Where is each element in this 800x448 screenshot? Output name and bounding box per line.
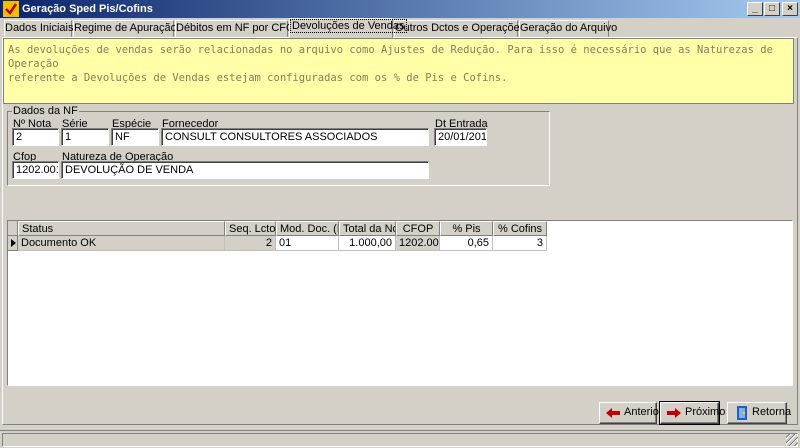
serie-field[interactable]: 1 [61,128,109,146]
arrow-right-icon [667,408,681,418]
maximize-icon: □ [768,3,776,14]
arrow-left-icon [606,408,620,418]
retorna-button[interactable]: Retorna [727,402,791,424]
cell-status[interactable]: Documento OK [18,236,225,251]
info-message: As devoluções de vendas serão relacionad… [3,38,794,104]
current-row-arrow-icon [11,239,16,247]
app-check-icon [3,1,19,17]
maximize-button[interactable]: □ [764,2,780,16]
status-pane [2,433,798,447]
proximo-label: Próximo [685,406,726,418]
grid-header-seq-lcto[interactable]: Seq. Lcto [225,221,276,236]
door-exit-icon [737,406,747,420]
grid-header-cofins[interactable]: % Cofins [493,221,547,236]
cell-mod-doc[interactable]: 01 [276,236,339,251]
cfop-field[interactable]: 1202.001 [12,161,59,179]
grid-header-mod-doc[interactable]: Mod. Doc. (F5) [276,221,339,236]
tab-geracao-arquivo[interactable]: Geração do Arquivo [519,20,617,37]
title-bar: Geração Sped Pis/Cofins _ □ × [0,0,800,18]
tab-debitos-nf-cfop[interactable]: Débitos em NF por CFOP [175,20,302,37]
tab-outros-dctos[interactable]: Outros Dctos e Operações [394,20,525,37]
natureza-field[interactable]: DEVOLUÇÃO DE VENDA [61,161,429,179]
retorna-label: Retorna [752,406,792,418]
grid-header-total-nota[interactable]: Total da Nota [339,221,396,236]
minimize-button[interactable]: _ [747,2,763,16]
tab-devolucoes-vendas[interactable]: Devoluções de Vendas [289,18,407,38]
anterior-button[interactable]: Anterior [599,402,663,424]
row-indicator [8,236,18,251]
close-icon: × [787,3,793,14]
dt-entrada-field[interactable]: 20/01/2013 [434,128,487,146]
cell-cfop[interactable]: 1202.001 [396,236,440,251]
cell-seq-lcto[interactable]: 2 [225,236,276,251]
nf-group-label: Dados da NF [12,105,79,117]
tab-dados-iniciais[interactable]: Dados Iniciais [4,20,73,37]
grid-header-status[interactable]: Status [18,221,225,236]
grid-header-pis[interactable]: % Pis [440,221,493,236]
grid-header-indicator [8,221,18,236]
minimize-icon: _ [752,3,758,14]
fornecedor-field[interactable]: CONSULT CONSULTORES ASSOCIADOS [161,128,429,146]
tab-strip: Dados Iniciais Regime de Apuração Débito… [2,18,798,38]
anterior-label: Anterior [624,406,663,418]
status-bar [0,430,800,448]
close-button[interactable]: × [782,2,798,16]
cell-pis[interactable]: 0,65 [440,236,493,251]
resize-grip-icon[interactable] [786,434,798,446]
info-line-2: referente a Devoluções de Vendas estejam… [8,72,508,84]
grid-header-cfop[interactable]: CFOP [396,221,440,236]
especie-field[interactable]: NF [111,128,159,146]
devolucoes-grid[interactable]: Status Seq. Lcto Mod. Doc. (F5) Total da… [7,220,793,386]
numero-field[interactable]: 2 [12,128,59,146]
tab-regime-apuracao[interactable]: Regime de Apuração [73,20,177,37]
cell-total-nota[interactable]: 1.000,00 [339,236,396,251]
info-line-1: As devoluções de vendas serão relacionad… [8,44,773,70]
window-title: Geração Sped Pis/Cofins [22,3,153,15]
cell-cofins[interactable]: 3 [493,236,547,251]
proximo-button[interactable]: Próximo [659,401,725,425]
